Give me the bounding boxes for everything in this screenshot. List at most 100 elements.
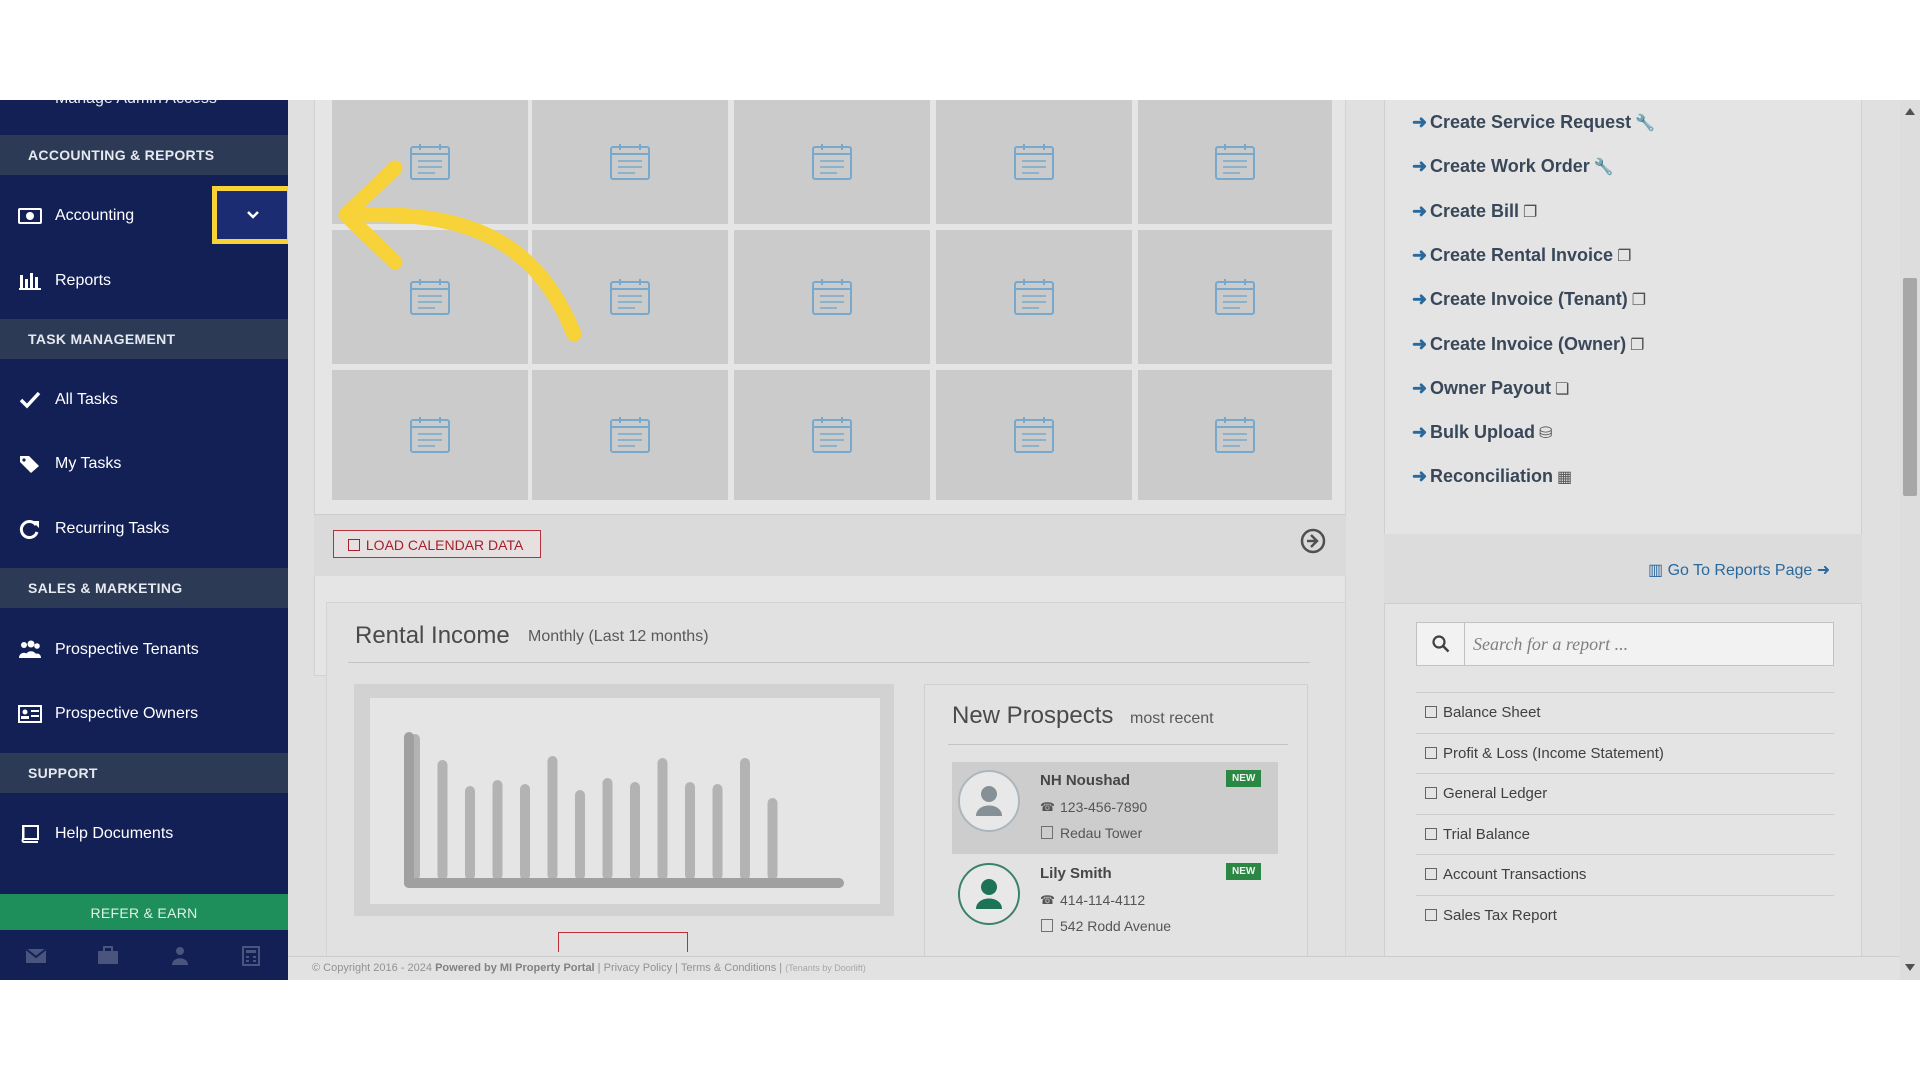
id-card-icon — [18, 704, 42, 724]
quick-action-link[interactable]: ➜Create Work Order🔧 — [1412, 156, 1614, 182]
privacy-policy-link[interactable]: Privacy Policy — [604, 962, 672, 974]
copy-icon: ❐ — [1630, 337, 1644, 354]
prospect-phone: 123-456-7890 — [1060, 799, 1147, 815]
copyright-text: © Copyright 2016 - 2024 — [312, 962, 432, 974]
envelope-icon[interactable] — [25, 946, 47, 966]
calendar-icon — [409, 142, 451, 182]
report-icon — [1425, 909, 1437, 921]
tag-icon — [18, 454, 42, 474]
page-scrollbar[interactable] — [1900, 100, 1920, 980]
arrow-right-icon: ➜ — [1412, 466, 1428, 487]
divider — [948, 744, 1288, 745]
wrench-icon: 🔧 — [1635, 115, 1655, 132]
report-link[interactable]: Trial Balance — [1416, 814, 1834, 854]
prospect-item[interactable]: Lily Smith ☎ 414-114-4112 542 Rodd Avenu… — [952, 855, 1278, 947]
placeholder-bar — [768, 798, 778, 880]
prospect-name: NH Noushad — [1040, 772, 1130, 789]
quick-action-link[interactable]: ➜Create Invoice (Owner)❐ — [1412, 334, 1644, 360]
arrow-right-icon: ➜ — [1412, 378, 1428, 399]
divider — [348, 662, 1310, 663]
book-icon — [18, 824, 42, 844]
placeholder-bar — [713, 784, 723, 880]
placeholder-bar — [740, 758, 750, 880]
sidebar-item-recurring-tasks[interactable]: Recurring Tasks — [0, 505, 288, 553]
copy-icon: ❐ — [1523, 204, 1537, 221]
placeholder-bar — [548, 756, 558, 880]
wrench-icon: 🔧 — [1594, 159, 1614, 176]
arrow-right-icon: ➜ — [1412, 245, 1428, 266]
search-icon — [1432, 635, 1450, 653]
arrow-right-icon: ➜ — [1412, 201, 1428, 222]
refer-earn-button[interactable]: REFER & EARN — [0, 894, 288, 930]
quick-action-link[interactable]: ➜Bulk Upload⛁ — [1412, 422, 1552, 448]
new-badge: NEW — [1226, 863, 1261, 880]
quick-action-label: Create Invoice (Owner) — [1430, 334, 1626, 354]
sidebar-item-manage-admin-access[interactable]: Manage Admin Access — [0, 100, 288, 114]
report-link[interactable]: Profit & Loss (Income Statement) — [1416, 733, 1834, 773]
scroll-down-arrow[interactable] — [1905, 964, 1915, 971]
go-to-reports-link[interactable]: ▥ Go To Reports Page ➜ — [1648, 560, 1830, 580]
scrollbar-thumb[interactable] — [1903, 278, 1917, 496]
quick-action-link[interactable]: ➜Reconciliation▦ — [1412, 466, 1572, 492]
avatar — [958, 863, 1020, 925]
powered-by-link[interactable]: Powered by MI Property Portal — [435, 962, 595, 974]
calendar-icon — [409, 415, 451, 455]
sidebar-item-my-tasks[interactable]: My Tasks — [0, 440, 288, 488]
quick-action-label: Create Service Request — [1430, 112, 1631, 132]
prospect-address: 542 Rodd Avenue — [1060, 918, 1171, 934]
search-button[interactable] — [1417, 623, 1465, 665]
load-data-button[interactable] — [558, 932, 688, 952]
report-icon — [1425, 787, 1437, 799]
terms-link[interactable]: Terms & Conditions — [681, 962, 776, 974]
calendar-icon — [1214, 277, 1256, 317]
report-search-box — [1416, 622, 1834, 666]
report-search-input[interactable] — [1473, 633, 1823, 655]
calendar-cell — [1138, 370, 1332, 500]
sidebar-item-label: Accounting — [55, 207, 134, 225]
new-badge: NEW — [1226, 770, 1261, 787]
chevron-down-icon — [246, 210, 260, 220]
new-prospects-subtitle: most recent — [1130, 710, 1214, 728]
quick-action-label: Create Rental Invoice — [1430, 245, 1613, 265]
report-link[interactable]: Balance Sheet — [1416, 692, 1834, 732]
report-link[interactable]: Account Transactions — [1416, 854, 1834, 894]
report-label: Trial Balance — [1443, 826, 1530, 843]
accounting-expand-toggle[interactable] — [212, 186, 292, 244]
sidebar-item-prospective-tenants[interactable]: Prospective Tenants — [0, 626, 288, 674]
report-label: Balance Sheet — [1443, 704, 1541, 721]
sidebar-item-label: Reports — [55, 272, 111, 290]
calendar-icon — [1013, 142, 1055, 182]
quick-action-link[interactable]: ➜Owner Payout❏ — [1412, 378, 1569, 404]
arrow-right-icon: ➜ — [1412, 334, 1428, 355]
sidebar-item-reports[interactable]: Reports — [0, 257, 288, 305]
new-prospects-title: New Prospects — [952, 702, 1113, 730]
sidebar-item-help-documents[interactable]: Help Documents — [0, 810, 288, 858]
report-link[interactable]: Sales Tax Report — [1416, 895, 1834, 935]
report-label: Account Transactions — [1443, 866, 1586, 883]
users-icon — [18, 640, 42, 660]
placeholder-bar — [575, 790, 585, 880]
sidebar-item-prospective-owners[interactable]: Prospective Owners — [0, 690, 288, 738]
copy-outline-icon: ❏ — [1555, 381, 1569, 398]
prospect-item[interactable]: NH Noushad ☎ 123-456-7890 Redau Tower NE… — [952, 762, 1278, 854]
quick-action-link[interactable]: ➜Create Rental Invoice❐ — [1412, 245, 1631, 271]
placeholder-axis — [404, 732, 414, 888]
circle-arrow-right-icon[interactable] — [1300, 528, 1326, 554]
section-header-support: SUPPORT — [0, 753, 288, 793]
scroll-up-arrow[interactable] — [1905, 108, 1915, 115]
calculator-icon[interactable] — [240, 946, 262, 966]
calendar-cell — [332, 230, 528, 364]
report-icon — [1425, 868, 1437, 880]
quick-action-link[interactable]: ➜Create Invoice (Tenant)❐ — [1412, 289, 1646, 315]
calendar-icon — [409, 277, 451, 317]
sidebar-item-label: Prospective Tenants — [55, 641, 199, 659]
load-calendar-data-button[interactable]: LOAD CALENDAR DATA — [333, 530, 541, 558]
sidebar-bottom-toolbar — [0, 930, 288, 980]
sidebar-item-all-tasks[interactable]: All Tasks — [0, 376, 288, 424]
user-icon — [960, 772, 1018, 830]
quick-action-link[interactable]: ➜Create Service Request🔧 — [1412, 112, 1655, 138]
report-link[interactable]: General Ledger — [1416, 773, 1834, 813]
briefcase-icon[interactable] — [97, 946, 119, 966]
user-icon[interactable] — [169, 946, 191, 966]
quick-action-link[interactable]: ➜Create Bill❐ — [1412, 201, 1537, 227]
